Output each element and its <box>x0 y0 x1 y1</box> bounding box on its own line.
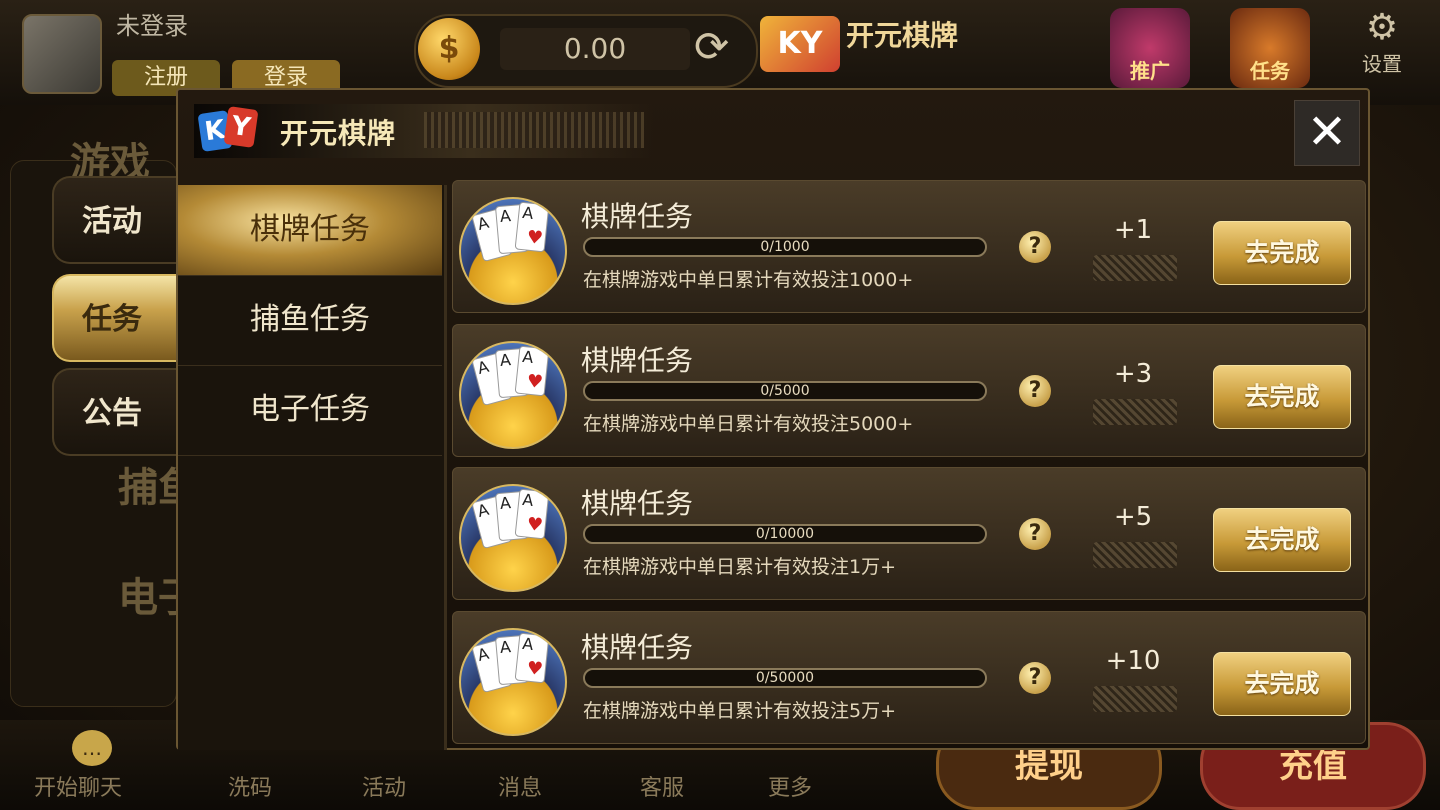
logo-y: Y <box>223 106 259 148</box>
card-rank: A <box>521 346 535 368</box>
ky-logo-icon: K Y <box>197 106 260 158</box>
card-rank: A <box>475 499 491 521</box>
progress-text: 0/50000 <box>755 670 815 686</box>
task-reward: +10 <box>1105 646 1161 676</box>
help-icon[interactable]: ? <box>1019 662 1051 694</box>
poker-cards-icon: A A A ♥ <box>459 341 567 449</box>
task-title: 棋牌任务 <box>581 344 694 377</box>
refresh-icon[interactable]: ⟳ <box>694 22 729 71</box>
task-title: 棋牌任务 <box>581 631 694 664</box>
task-reward: +5 <box>1113 502 1153 532</box>
heart-icon: ♥ <box>525 657 544 681</box>
task-title: 棋牌任务 <box>581 200 694 233</box>
settings-label: 设置 <box>1362 52 1402 76</box>
poker-cards-icon: A A A ♥ <box>459 484 567 592</box>
chat-icon[interactable]: … <box>72 730 112 766</box>
side-tab-tasks[interactable]: 任务 <box>52 274 182 362</box>
tasks-button[interactable]: 任务 <box>1230 8 1310 88</box>
modal-header: K Y 开元棋牌 ✕ <box>178 90 1368 178</box>
category-electronic-tasks[interactable]: 电子任务 <box>178 365 442 456</box>
service-button[interactable]: 客服 <box>640 770 684 802</box>
card-icon: A ♥ <box>514 345 550 397</box>
brand-logo-icon: KY <box>760 16 840 72</box>
card-rank: A <box>521 489 535 511</box>
task-progress-bar: 0/1000 <box>583 237 987 257</box>
side-tab-notice[interactable]: 公告 <box>52 368 182 456</box>
category-fishing-tasks[interactable]: 捕鱼任务 <box>178 275 442 366</box>
task-description: 在棋牌游戏中单日累计有效投注1000+ <box>583 269 914 291</box>
task-row: A A A ♥ 棋牌任务 0/50000 在棋牌游戏中单日累计有效投注5万+ ? … <box>452 611 1366 744</box>
task-title: 棋牌任务 <box>581 487 694 520</box>
card-rank: A <box>499 493 512 513</box>
task-reward: +1 <box>1113 215 1153 245</box>
card-rank: A <box>475 356 491 378</box>
task-row: A A A ♥ 棋牌任务 0/10000 在棋牌游戏中单日累计有效投注1万+ ? … <box>452 467 1366 600</box>
reward-unit-graphic <box>1093 542 1177 568</box>
tasks-label: 任务 <box>1250 59 1290 83</box>
task-progress-bar: 0/10000 <box>583 524 987 544</box>
modal-title: 开元棋牌 <box>280 117 397 150</box>
help-icon[interactable]: ? <box>1019 375 1051 407</box>
help-icon[interactable]: ? <box>1019 231 1051 263</box>
task-row: A A A ♥ 棋牌任务 0/1000 在棋牌游戏中单日累计有效投注1000+ ?… <box>452 180 1366 313</box>
card-icon: A ♥ <box>514 632 550 684</box>
task-progress-bar: 0/5000 <box>583 381 987 401</box>
settings-button[interactable]: ⚙ 设置 <box>1352 8 1412 77</box>
progress-text: 0/10000 <box>755 526 815 542</box>
gear-icon: ⚙ <box>1365 7 1399 48</box>
guest-status: 未登录 <box>116 12 188 40</box>
card-rank: A <box>499 637 512 657</box>
balance-value: 0.00 <box>500 28 690 70</box>
help-icon[interactable]: ? <box>1019 518 1051 550</box>
chat-button[interactable]: 开始聊天 <box>34 770 122 802</box>
task-description: 在棋牌游戏中单日累计有效投注1万+ <box>583 556 897 578</box>
heart-icon: ♥ <box>525 370 544 394</box>
task-progress-bar: 0/50000 <box>583 668 987 688</box>
card-rank: A <box>475 212 491 234</box>
category-card-tasks[interactable]: 棋牌任务 <box>178 185 442 276</box>
task-modal: K Y 开元棋牌 ✕ 棋牌任务 捕鱼任务 电子任务 A A A ♥ 棋牌任务 0/… <box>176 88 1370 750</box>
card-rank: A <box>499 206 512 226</box>
heart-icon: ♥ <box>525 513 544 537</box>
complete-task-button[interactable]: 去完成 <box>1213 221 1351 285</box>
complete-task-button[interactable]: 去完成 <box>1213 365 1351 429</box>
complete-task-button[interactable]: 去完成 <box>1213 652 1351 716</box>
side-tab-activity[interactable]: 活动 <box>52 176 182 264</box>
promo-label: 推广 <box>1130 59 1170 83</box>
task-list: A A A ♥ 棋牌任务 0/1000 在棋牌游戏中单日累计有效投注1000+ ?… <box>452 180 1366 745</box>
progress-text: 0/5000 <box>760 383 810 399</box>
task-category-nav: 棋牌任务 捕鱼任务 电子任务 <box>178 185 447 750</box>
reward-unit-graphic <box>1093 686 1177 712</box>
brand-banner: KY 开元棋牌 <box>760 6 1000 82</box>
task-description: 在棋牌游戏中单日累计有效投注5万+ <box>583 700 897 722</box>
reward-unit-graphic <box>1093 399 1177 425</box>
message-button[interactable]: 消息 <box>498 770 542 802</box>
more-button[interactable]: 更多 <box>768 770 812 802</box>
card-rank: A <box>521 202 535 224</box>
avatar[interactable] <box>22 14 102 94</box>
poker-cards-icon: A A A ♥ <box>459 197 567 305</box>
card-rank: A <box>521 633 535 655</box>
card-rank: A <box>499 350 512 370</box>
coin-icon: $ <box>418 18 480 80</box>
card-rank: A <box>475 643 491 665</box>
task-reward: +3 <box>1113 359 1153 389</box>
activity-button[interactable]: 活动 <box>362 770 406 802</box>
promo-button[interactable]: 推广 <box>1110 8 1190 88</box>
header-decoration <box>424 112 644 148</box>
complete-task-button[interactable]: 去完成 <box>1213 508 1351 572</box>
progress-text: 0/1000 <box>760 239 810 255</box>
poker-cards-icon: A A A ♥ <box>459 628 567 736</box>
wash-button[interactable]: 洗码 <box>228 770 272 802</box>
close-button[interactable]: ✕ <box>1294 100 1360 166</box>
heart-icon: ♥ <box>525 226 544 250</box>
brand-name: 开元棋牌 <box>846 19 959 52</box>
task-description: 在棋牌游戏中单日累计有效投注5000+ <box>583 413 914 435</box>
card-icon: A ♥ <box>514 488 550 540</box>
reward-unit-graphic <box>1093 255 1177 281</box>
task-row: A A A ♥ 棋牌任务 0/5000 在棋牌游戏中单日累计有效投注5000+ ?… <box>452 324 1366 457</box>
card-icon: A ♥ <box>514 201 550 253</box>
